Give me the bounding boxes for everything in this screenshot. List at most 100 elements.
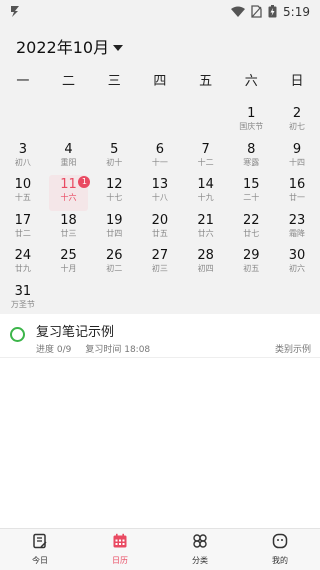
weekday-label: 三 bbox=[107, 74, 121, 89]
lunar-label: 霜降 bbox=[288, 228, 305, 238]
lunar-label: 廿二 bbox=[14, 228, 31, 238]
day-cell[interactable]: 30 初六 bbox=[274, 246, 320, 282]
day-cell[interactable]: 9 十四 bbox=[274, 140, 320, 176]
nav-label: 今日 bbox=[32, 556, 48, 565]
weekday-label: 四 bbox=[153, 74, 167, 89]
day-cell[interactable]: 19 廿四 bbox=[91, 211, 137, 247]
task-category: 类别示例 bbox=[274, 345, 311, 355]
lunar-label: 廿四 bbox=[106, 228, 123, 238]
lunar-label: 廿九 bbox=[14, 264, 31, 274]
status-bar: 5:19 bbox=[0, 0, 320, 24]
day-number: 2 bbox=[292, 106, 302, 121]
lunar-label: 初五 bbox=[243, 264, 260, 274]
weekday-header: 一 二 三 四 五 六 日 bbox=[0, 70, 320, 90]
empty-day-cell bbox=[274, 282, 320, 318]
nav-label: 日历 bbox=[112, 556, 128, 565]
day-cell[interactable]: 26 初二 bbox=[91, 246, 137, 282]
empty-day-cell bbox=[91, 104, 137, 140]
calendar-week-row: 24 廿九 25 十月 26 初二 27 初三 28 初四 29 初五 30 初六 bbox=[0, 246, 320, 282]
task-review-time: 复习时间 18:08 bbox=[85, 345, 151, 355]
day-cell[interactable]: 20 廿五 bbox=[137, 211, 183, 247]
day-number: 30 bbox=[288, 248, 306, 264]
day-number: 22 bbox=[243, 212, 260, 228]
day-number: 5 bbox=[110, 141, 119, 157]
day-number: 7 bbox=[201, 141, 210, 157]
nav-profile[interactable]: 我的 bbox=[240, 529, 320, 570]
day-cell[interactable]: 17 廿二 bbox=[0, 211, 46, 247]
calendar-week-row: 31 万圣节 bbox=[0, 282, 320, 318]
day-number: 3 bbox=[18, 141, 27, 157]
day-number: 13 bbox=[151, 177, 169, 193]
day-cell[interactable]: 1 国庆节 bbox=[228, 104, 274, 140]
day-cell[interactable]: 22 廿七 bbox=[228, 211, 274, 247]
battery-icon bbox=[268, 3, 277, 22]
nav-calendar[interactable]: 日历 bbox=[80, 529, 160, 570]
day-cell[interactable]: 4 重阳 bbox=[46, 140, 92, 176]
app-logo-icon bbox=[8, 3, 22, 22]
day-cell[interactable]: 16 廿一 bbox=[274, 175, 320, 211]
lunar-label: 廿五 bbox=[151, 228, 168, 238]
day-cell[interactable]: 31 万圣节 bbox=[0, 282, 46, 318]
nav-category[interactable]: 分类 bbox=[160, 529, 240, 570]
day-cell[interactable]: 23 霜降 bbox=[274, 211, 320, 247]
profile-icon bbox=[272, 533, 288, 553]
day-number: 10 bbox=[14, 177, 32, 193]
list-item[interactable]: 复习笔记示例 进度 0/9 复习时间 18:08 类别示例 bbox=[0, 314, 320, 358]
day-cell[interactable]: 10 十五 bbox=[0, 175, 46, 211]
lunar-label: 廿六 bbox=[197, 228, 214, 238]
day-number: 9 bbox=[292, 141, 302, 157]
day-number: 6 bbox=[155, 141, 165, 157]
day-cell[interactable]: 21 廿六 bbox=[183, 211, 229, 247]
day-cell[interactable]: 24 廿九 bbox=[0, 246, 46, 282]
day-number: 26 bbox=[105, 248, 123, 264]
month-title: 2022年10月 bbox=[16, 38, 110, 57]
day-cell[interactable]: 3 初八 bbox=[0, 140, 46, 176]
day-number: 17 bbox=[14, 212, 32, 228]
clock-time: 5:19 bbox=[283, 5, 310, 19]
empty-day-cell bbox=[0, 104, 46, 140]
nav-today[interactable]: 今日 bbox=[0, 529, 80, 570]
empty-day-cell bbox=[46, 282, 92, 318]
day-cell-today[interactable]: 11 十六 1 bbox=[48, 175, 91, 211]
bottom-nav: 今日 日历 分类 我的 bbox=[0, 528, 320, 570]
day-number: 25 bbox=[60, 248, 77, 264]
day-number: 29 bbox=[243, 248, 260, 264]
lunar-label: 十二 bbox=[197, 157, 214, 167]
day-cell[interactable]: 29 初五 bbox=[228, 246, 274, 282]
lunar-label: 初二 bbox=[106, 264, 123, 274]
day-cell[interactable]: 13 十八 bbox=[137, 175, 183, 211]
task-checkbox[interactable] bbox=[10, 327, 25, 342]
day-cell[interactable]: 25 十月 bbox=[46, 246, 92, 282]
empty-day-cell bbox=[137, 282, 183, 318]
day-number: 12 bbox=[105, 177, 123, 193]
day-cell[interactable]: 6 十一 bbox=[137, 140, 183, 176]
month-selector[interactable]: 2022年10月 bbox=[16, 34, 124, 58]
day-cell[interactable]: 5 初十 bbox=[91, 140, 137, 176]
day-number: 15 bbox=[243, 177, 260, 193]
lunar-label: 初三 bbox=[151, 264, 168, 274]
day-cell[interactable]: 8 寒露 bbox=[228, 140, 274, 176]
day-number: 31 bbox=[14, 283, 32, 299]
day-number: 4 bbox=[64, 141, 73, 157]
lunar-label: 十月 bbox=[60, 264, 77, 274]
day-number: 18 bbox=[60, 212, 77, 228]
day-cell[interactable]: 12 十七 bbox=[91, 175, 137, 211]
category-icon bbox=[192, 533, 208, 553]
day-cell[interactable]: 27 初三 bbox=[137, 246, 183, 282]
lunar-label: 廿一 bbox=[288, 193, 305, 203]
day-number: 16 bbox=[288, 177, 306, 193]
wifi-icon bbox=[231, 3, 246, 22]
lunar-label: 十四 bbox=[288, 157, 305, 167]
day-cell[interactable]: 28 初四 bbox=[183, 246, 229, 282]
day-cell[interactable]: 15 二十 bbox=[228, 175, 274, 211]
task-title: 复习笔记示例 bbox=[36, 325, 115, 340]
lunar-label: 十七 bbox=[106, 193, 123, 203]
day-cell[interactable]: 14 十九 bbox=[183, 175, 229, 211]
no-sim-icon bbox=[251, 3, 262, 22]
day-cell[interactable]: 2 初七 bbox=[274, 104, 320, 140]
lunar-label: 十九 bbox=[197, 193, 214, 203]
lunar-label: 二十 bbox=[243, 193, 260, 203]
lunar-label: 廿三 bbox=[60, 228, 77, 238]
day-cell[interactable]: 7 十二 bbox=[183, 140, 229, 176]
day-cell[interactable]: 18 廿三 bbox=[46, 211, 92, 247]
